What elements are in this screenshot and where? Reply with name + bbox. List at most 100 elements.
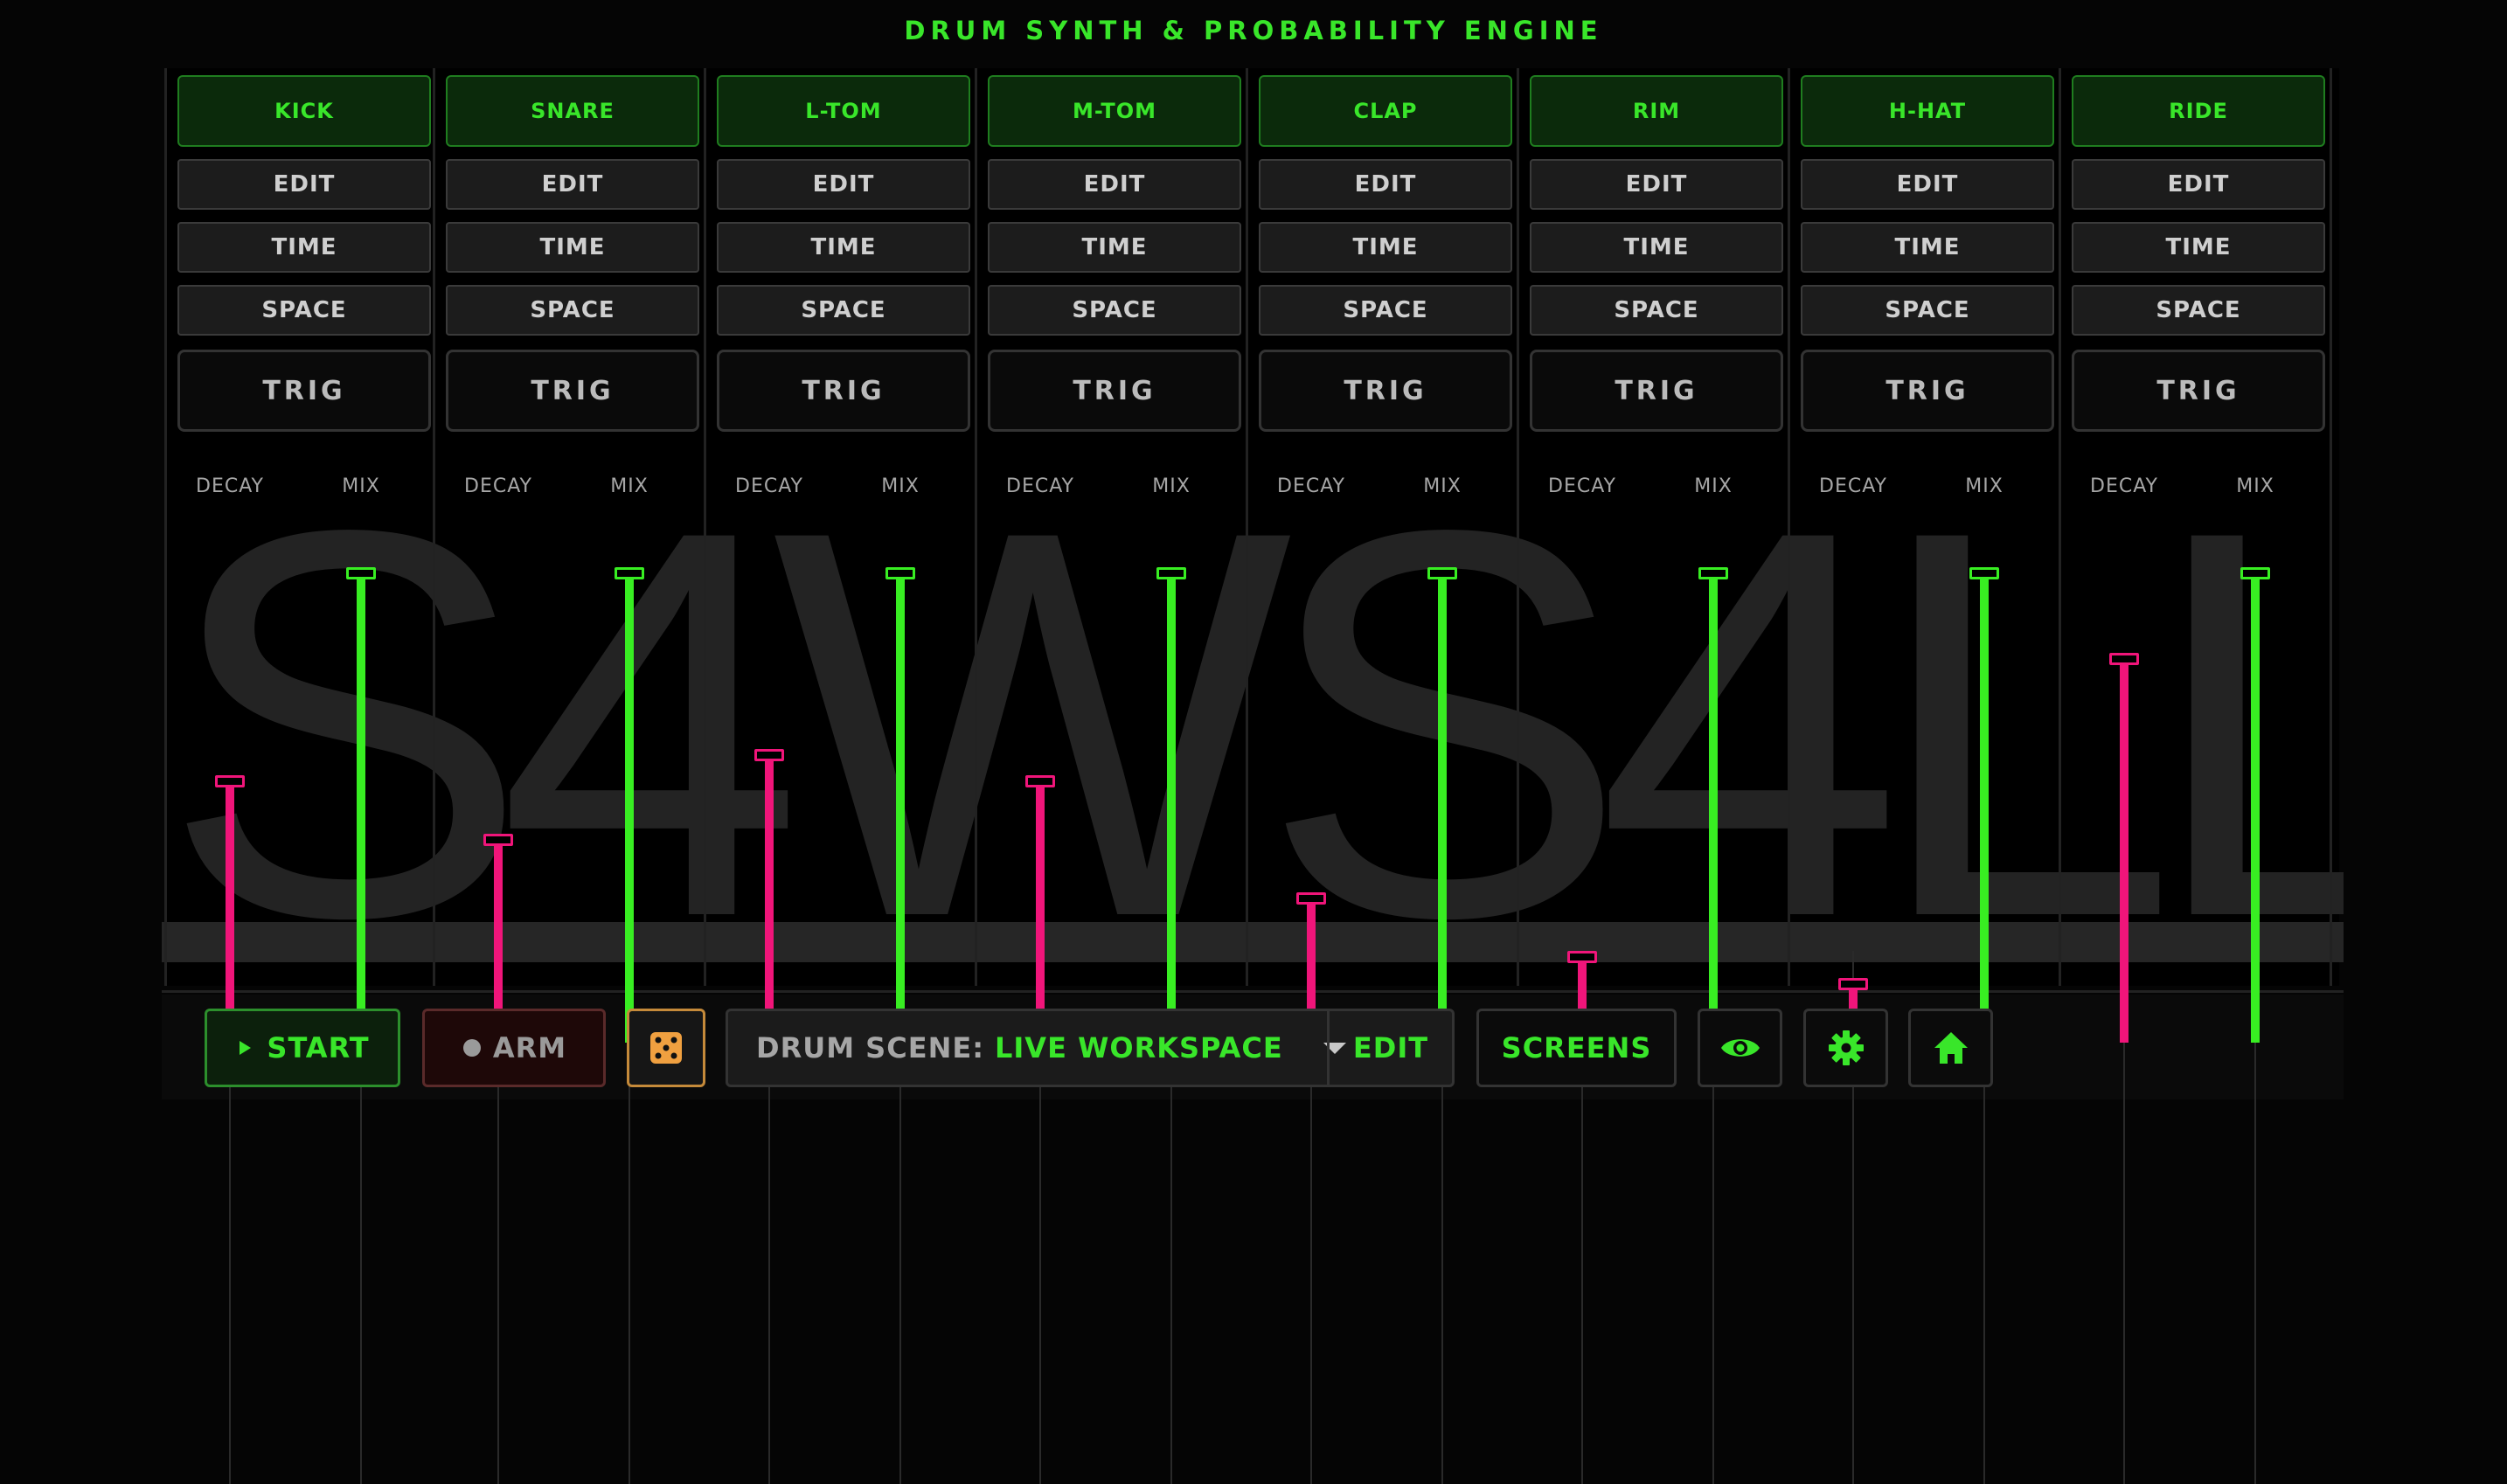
home-icon — [1934, 1032, 1968, 1064]
home-button[interactable] — [1908, 1009, 1993, 1087]
mix-fill — [896, 573, 905, 1043]
channel-name-button[interactable]: L-TOM — [717, 75, 970, 147]
scene-edit-button[interactable]: EDIT — [1327, 1011, 1452, 1085]
channel-strip: RIDE EDIT TIME SPACE TRIG DECAY MIX — [2061, 68, 2332, 1484]
channel-space-button[interactable]: SPACE — [2072, 285, 2325, 336]
decay-label: DECAY — [1277, 475, 1345, 497]
channel-name-button[interactable]: H-HAT — [1801, 75, 2054, 147]
channel-time-button[interactable]: TIME — [1530, 222, 1783, 273]
decay-slider-handle[interactable] — [1838, 978, 1868, 990]
channel-name-button[interactable]: CLAP — [1259, 75, 1512, 147]
channel-strip: H-HAT EDIT TIME SPACE TRIG DECAY MIX — [1790, 68, 2061, 1484]
channel-strip: SNARE EDIT TIME SPACE TRIG DECAY MIX — [435, 68, 706, 1484]
mix-slider-handle[interactable] — [1969, 567, 1999, 579]
decay-slider-handle[interactable] — [1296, 892, 1326, 905]
channel-edit-button[interactable]: EDIT — [2072, 159, 2325, 210]
decay-label: DECAY — [464, 475, 532, 497]
channel-edit-button[interactable]: EDIT — [1259, 159, 1512, 210]
channel-time-button[interactable]: TIME — [177, 222, 431, 273]
channel-space-button[interactable]: SPACE — [1259, 285, 1512, 336]
channel-edit-button[interactable]: EDIT — [446, 159, 699, 210]
mix-label: MIX — [2236, 475, 2274, 497]
channel-trig-button[interactable]: TRIG — [717, 350, 970, 432]
mix-slider-handle[interactable] — [1698, 567, 1728, 579]
channel-edit-button[interactable]: EDIT — [988, 159, 1241, 210]
channel-time-button[interactable]: TIME — [717, 222, 970, 273]
channel-name-button[interactable]: M-TOM — [988, 75, 1241, 147]
channel-space-button[interactable]: SPACE — [717, 285, 970, 336]
mix-label: MIX — [1965, 475, 2004, 497]
decay-slider-handle[interactable] — [1025, 775, 1055, 787]
arm-button[interactable]: ARM — [422, 1009, 606, 1087]
channel-edit-button[interactable]: EDIT — [177, 159, 431, 210]
decay-slider-handle[interactable] — [215, 775, 245, 787]
randomize-button[interactable] — [627, 1009, 705, 1087]
channel-edit-button[interactable]: EDIT — [717, 159, 970, 210]
scene-selector[interactable]: DRUM SCENE: LIVE WORKSPACE EDIT — [726, 1009, 1455, 1087]
channel-name-button[interactable]: SNARE — [446, 75, 699, 147]
mix-slider-handle[interactable] — [346, 567, 376, 579]
eye-icon — [1720, 1039, 1760, 1057]
channel-time-button[interactable]: TIME — [1259, 222, 1512, 273]
start-button[interactable]: START — [205, 1009, 400, 1087]
channel-space-button[interactable]: SPACE — [446, 285, 699, 336]
channel-name-button[interactable]: RIM — [1530, 75, 1783, 147]
channel-trig-button[interactable]: TRIG — [1259, 350, 1512, 432]
channel-space-button[interactable]: SPACE — [177, 285, 431, 336]
channel-space-button[interactable]: SPACE — [1801, 285, 2054, 336]
channel-trig-button[interactable]: TRIG — [988, 350, 1241, 432]
channel-trig-button[interactable]: TRIG — [446, 350, 699, 432]
channel-time-button[interactable]: TIME — [2072, 222, 2325, 273]
decay-label: DECAY — [735, 475, 803, 497]
mix-fill — [2251, 573, 2260, 1043]
start-label: START — [267, 1031, 370, 1064]
decay-slider-handle[interactable] — [754, 749, 784, 761]
mix-fill — [1438, 573, 1447, 1043]
mix-slider-handle[interactable] — [1156, 567, 1186, 579]
decay-label: DECAY — [2090, 475, 2158, 497]
mix-label: MIX — [881, 475, 920, 497]
channel-sliders — [2061, 510, 2332, 1484]
channel-trig-button[interactable]: TRIG — [1801, 350, 2054, 432]
mix-slider-handle[interactable] — [885, 567, 915, 579]
arm-label: ARM — [492, 1031, 567, 1064]
screens-button[interactable]: SCREENS — [1476, 1009, 1677, 1087]
mix-fill — [1709, 573, 1718, 1043]
mix-label: MIX — [1152, 475, 1191, 497]
record-dot-icon — [462, 1039, 481, 1057]
decay-slider-handle[interactable] — [483, 834, 513, 846]
channel-space-button[interactable]: SPACE — [988, 285, 1241, 336]
channel-trig-button[interactable]: TRIG — [177, 350, 431, 432]
channel-edit-button[interactable]: EDIT — [1530, 159, 1783, 210]
mix-slider-handle[interactable] — [2240, 567, 2270, 579]
channel-time-button[interactable]: TIME — [988, 222, 1241, 273]
scene-value: LIVE WORKSPACE — [995, 1031, 1283, 1064]
decay-slider-handle[interactable] — [1567, 951, 1597, 963]
channel-trig-button[interactable]: TRIG — [2072, 350, 2325, 432]
channel-strip: M-TOM EDIT TIME SPACE TRIG DECAY MIX — [977, 68, 1248, 1484]
mix-slider-handle[interactable] — [615, 567, 644, 579]
decay-label: DECAY — [1006, 475, 1074, 497]
channel-name-button[interactable]: KICK — [177, 75, 431, 147]
view-button[interactable] — [1698, 1009, 1782, 1087]
channel-edit-button[interactable]: EDIT — [1801, 159, 2054, 210]
decay-label: DECAY — [1548, 475, 1616, 497]
decay-label: DECAY — [1819, 475, 1887, 497]
mix-slider-handle[interactable] — [1427, 567, 1457, 579]
decay-fill — [1036, 781, 1045, 1043]
channel-sliders — [1248, 510, 1519, 1484]
channel-name-button[interactable]: RIDE — [2072, 75, 2325, 147]
decay-slider-handle[interactable] — [2109, 653, 2139, 665]
decay-fill — [2120, 659, 2129, 1043]
scene-prefix: DRUM SCENE: — [756, 1031, 984, 1064]
channel-time-button[interactable]: TIME — [446, 222, 699, 273]
channel-strip: CLAP EDIT TIME SPACE TRIG DECAY MIX — [1248, 68, 1519, 1484]
channel-trig-button[interactable]: TRIG — [1530, 350, 1783, 432]
mix-fill — [1167, 573, 1176, 1043]
channel-sliders — [706, 510, 977, 1484]
channel-time-button[interactable]: TIME — [1801, 222, 2054, 273]
mix-label: MIX — [1423, 475, 1462, 497]
mix-label: MIX — [1694, 475, 1733, 497]
channel-space-button[interactable]: SPACE — [1530, 285, 1783, 336]
settings-button[interactable] — [1803, 1009, 1888, 1087]
